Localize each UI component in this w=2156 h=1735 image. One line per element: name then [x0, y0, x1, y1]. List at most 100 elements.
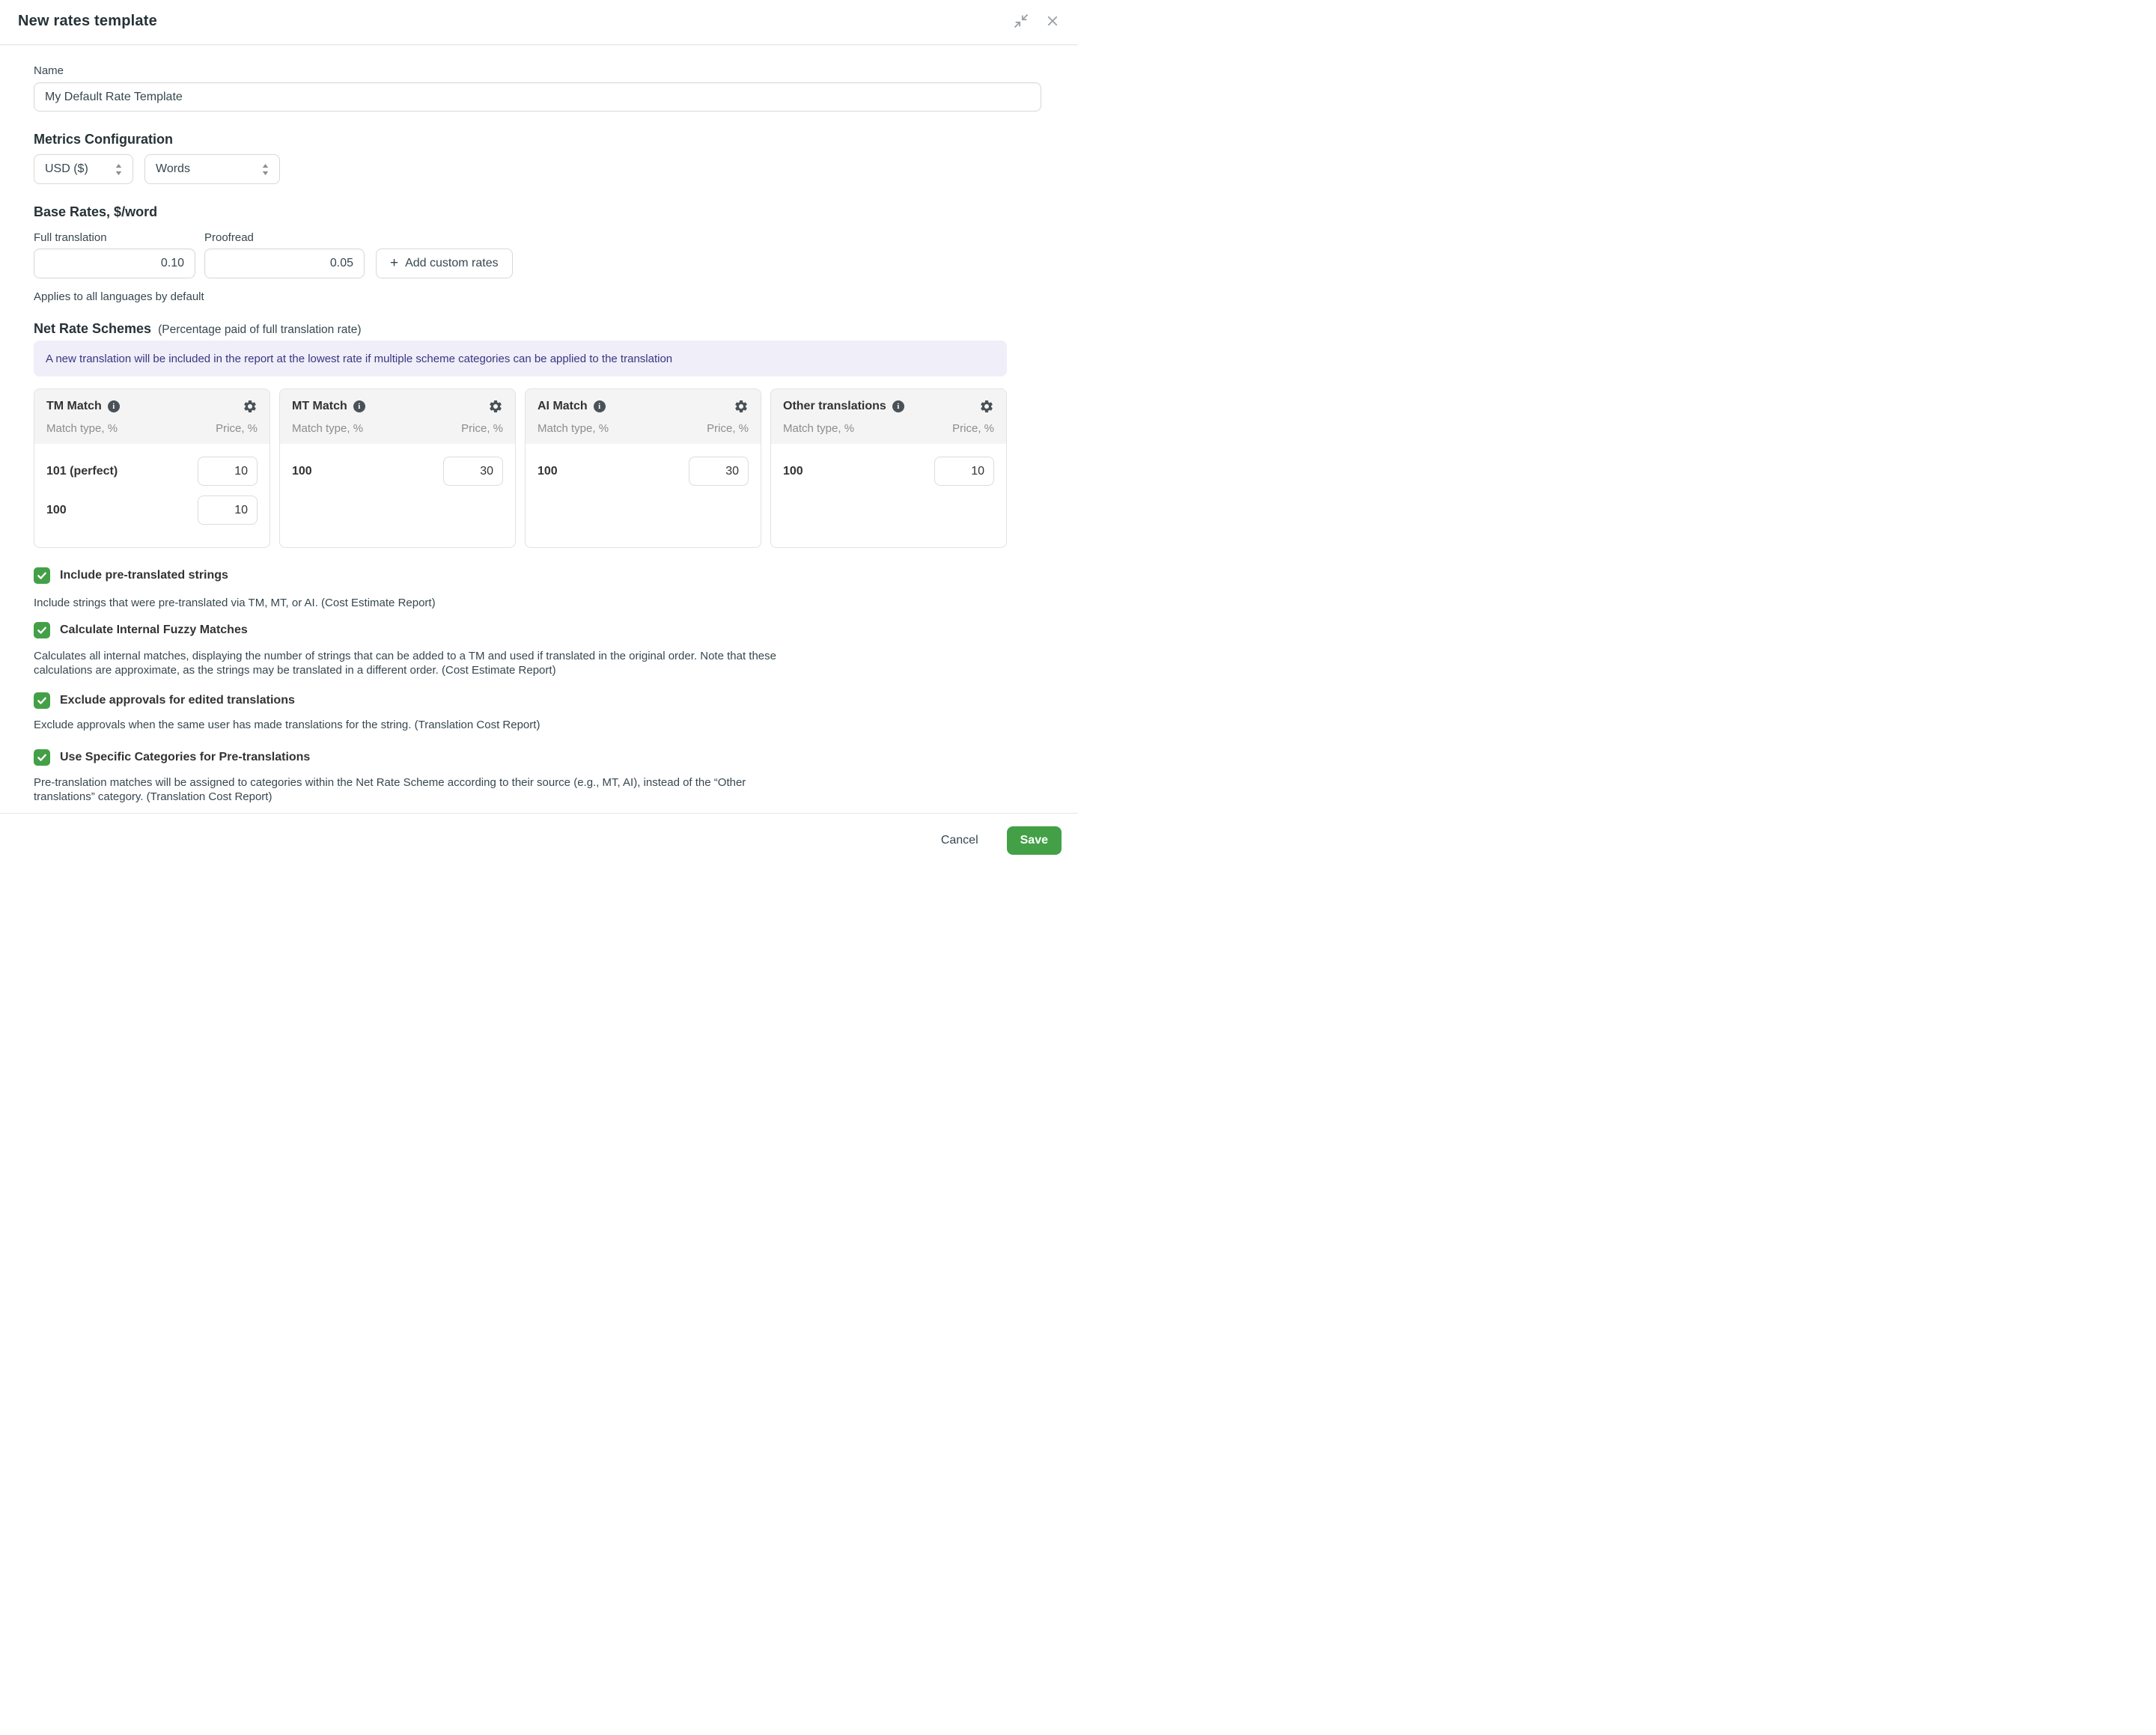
rate-row: 100 — [292, 457, 503, 486]
match-type-column-label: Match type, % — [783, 422, 854, 435]
option-description: Calculates all internal matches, display… — [34, 649, 786, 677]
card-header: AI Match i Match type, % Price, % — [526, 389, 761, 444]
lowest-rate-info-banner: A new translation will be included in th… — [34, 341, 1007, 376]
match-type-column-label: Match type, % — [292, 422, 363, 435]
card-title: TM Match — [46, 400, 102, 413]
price-input[interactable] — [443, 457, 503, 486]
specific-categories-option: Use Specific Categories for Pre-translat… — [34, 749, 1078, 766]
price-column-label: Price, % — [216, 422, 258, 435]
other-translations-card: Other translations i Match type, % Price… — [770, 388, 1007, 548]
match-type-value: 100 — [783, 465, 803, 478]
unit-select[interactable]: Words — [144, 154, 280, 184]
card-header: TM Match i Match type, % Price, % — [34, 389, 270, 444]
checkmark-icon — [37, 752, 47, 763]
proofread-label: Proofread — [204, 231, 254, 244]
updown-chevrons-icon — [261, 164, 270, 175]
card-title: AI Match — [538, 400, 588, 413]
info-icon[interactable]: i — [594, 400, 606, 412]
net-rate-schemes-heading: Net Rate Schemes — [34, 321, 151, 337]
modal-title: New rates template — [18, 13, 157, 30]
exclude-approvals-option: Exclude approvals for edited translation… — [34, 692, 1078, 709]
card-body: 101 (perfect) 100 — [34, 444, 270, 525]
checkmark-icon — [37, 695, 47, 706]
add-custom-rates-label: Add custom rates — [405, 257, 499, 270]
plus-icon: + — [390, 256, 398, 270]
card-body: 100 — [526, 444, 761, 486]
base-rates-note: Applies to all languages by default — [34, 290, 1078, 303]
gear-icon[interactable] — [979, 399, 994, 414]
card-body: 100 — [280, 444, 515, 486]
info-icon[interactable]: i — [353, 400, 365, 412]
rate-row: 100 — [538, 457, 749, 486]
match-type-value: 100 — [46, 504, 67, 517]
full-translation-input[interactable] — [34, 248, 195, 278]
exclude-approvals-checkbox[interactable] — [34, 692, 50, 709]
price-column-label: Price, % — [952, 422, 994, 435]
price-column-label: Price, % — [707, 422, 749, 435]
updown-chevrons-icon — [114, 164, 124, 175]
price-input[interactable] — [934, 457, 994, 486]
ai-match-card: AI Match i Match type, % Price, % 10 — [525, 388, 761, 548]
option-label: Exclude approvals for edited translation… — [60, 694, 295, 707]
save-button[interactable]: Save — [1007, 826, 1062, 855]
option-description: Pre-translation matches will be assigned… — [34, 775, 767, 804]
net-rate-schemes-subheading: (Percentage paid of full translation rat… — [158, 323, 361, 337]
name-label: Name — [34, 64, 1078, 77]
modal-header: New rates template — [0, 0, 1078, 45]
base-rate-labels: Full translation Proofread — [34, 231, 1078, 244]
gear-icon[interactable] — [488, 399, 503, 414]
close-icon[interactable] — [1042, 10, 1063, 31]
option-description: Include strings that were pre-translated… — [34, 596, 1078, 610]
proofread-input[interactable] — [204, 248, 365, 278]
card-header: Other translations i Match type, % Price… — [771, 389, 1006, 444]
match-type-value: 100 — [292, 465, 312, 478]
option-label: Include pre-translated strings — [60, 569, 228, 582]
price-column-label: Price, % — [461, 422, 503, 435]
add-custom-rates-button[interactable]: + Add custom rates — [376, 248, 513, 278]
name-input[interactable] — [34, 82, 1041, 112]
info-icon[interactable]: i — [892, 400, 904, 412]
internal-fuzzy-matches-option: Calculate Internal Fuzzy Matches — [34, 622, 1078, 638]
include-pretranslated-checkbox[interactable] — [34, 567, 50, 584]
metrics-configuration-heading: Metrics Configuration — [34, 132, 1078, 147]
collapse-icon[interactable] — [1011, 10, 1032, 31]
rate-row: 101 (perfect) — [46, 457, 258, 486]
tm-match-card: TM Match i Match type, % Price, % 10 — [34, 388, 270, 548]
card-header: MT Match i Match type, % Price, % — [280, 389, 515, 444]
cancel-button[interactable]: Cancel — [934, 828, 986, 853]
option-label: Use Specific Categories for Pre-translat… — [60, 751, 310, 764]
checkmark-icon — [37, 625, 47, 635]
mt-match-card: MT Match i Match type, % Price, % 10 — [279, 388, 516, 548]
card-title: MT Match — [292, 400, 347, 413]
currency-select[interactable]: USD ($) — [34, 154, 133, 184]
match-type-value: 100 — [538, 465, 558, 478]
price-input[interactable] — [198, 457, 258, 486]
gear-icon[interactable] — [243, 399, 258, 414]
option-description: Exclude approvals when the same user has… — [34, 718, 1078, 732]
rate-row: 100 — [46, 496, 258, 525]
gear-icon[interactable] — [734, 399, 749, 414]
header-actions — [1011, 10, 1063, 31]
match-type-column-label: Match type, % — [538, 422, 609, 435]
currency-select-value: USD ($) — [45, 162, 106, 176]
metrics-selects: USD ($) Words — [34, 154, 1078, 184]
card-body: 100 — [771, 444, 1006, 486]
modal-content: Name Metrics Configuration USD ($) Words… — [0, 64, 1078, 804]
base-rate-inputs: + Add custom rates — [34, 248, 1078, 278]
checkmark-icon — [37, 570, 47, 581]
match-type-column-label: Match type, % — [46, 422, 118, 435]
net-rate-schemes-heading-row: Net Rate Schemes (Percentage paid of ful… — [34, 321, 1078, 337]
net-rate-cards: TM Match i Match type, % Price, % 10 — [34, 388, 1007, 548]
new-rates-template-modal: New rates template Name Metrics Configur… — [0, 0, 1078, 868]
match-type-value: 101 (perfect) — [46, 465, 118, 478]
info-icon[interactable]: i — [108, 400, 120, 412]
price-input[interactable] — [198, 496, 258, 525]
include-pretranslated-option: Include pre-translated strings — [34, 567, 1078, 584]
internal-fuzzy-matches-checkbox[interactable] — [34, 622, 50, 638]
unit-select-value: Words — [156, 162, 253, 176]
specific-categories-checkbox[interactable] — [34, 749, 50, 766]
modal-footer: Cancel Save — [0, 813, 1078, 868]
rate-row: 100 — [783, 457, 994, 486]
price-input[interactable] — [689, 457, 749, 486]
option-label: Calculate Internal Fuzzy Matches — [60, 623, 248, 637]
